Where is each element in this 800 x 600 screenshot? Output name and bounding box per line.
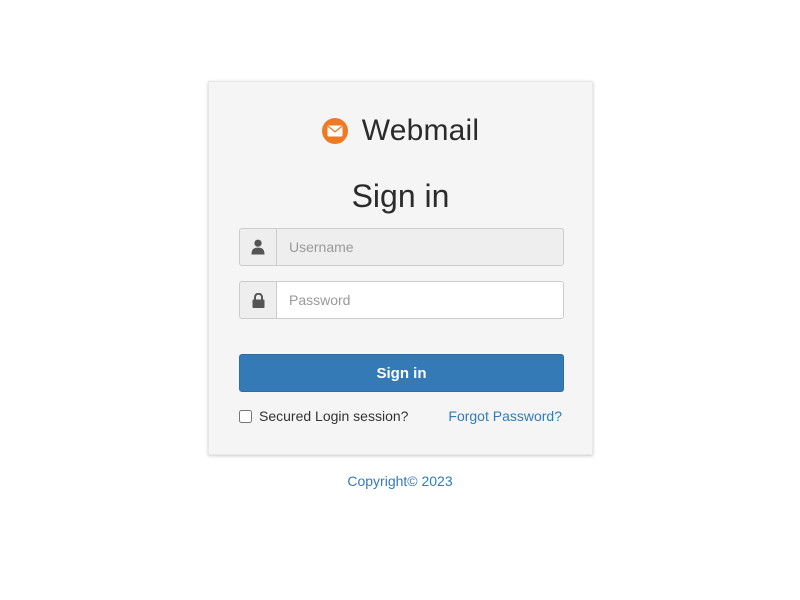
page-title: Sign in bbox=[351, 178, 450, 214]
envelope-icon bbox=[321, 118, 348, 144]
forgot-password-link[interactable]: Forgot Password? bbox=[448, 408, 562, 424]
copyright: Copyright© 2023 bbox=[347, 473, 453, 489]
secure-session-label: Secured Login session? bbox=[259, 408, 409, 424]
username-input[interactable] bbox=[276, 228, 564, 266]
secure-session-option[interactable]: Secured Login session? bbox=[239, 408, 408, 424]
password-input[interactable] bbox=[276, 281, 564, 319]
lock-icon bbox=[239, 281, 276, 319]
username-group bbox=[239, 228, 564, 266]
login-card: Webmail Sign in Sign in Secured Login se… bbox=[208, 81, 593, 455]
secure-session-checkbox[interactable] bbox=[239, 409, 252, 423]
user-icon bbox=[239, 228, 276, 266]
brand-name: Webmail bbox=[361, 114, 480, 147]
brand: Webmail bbox=[209, 112, 592, 150]
password-group bbox=[239, 281, 564, 319]
sign-in-button[interactable]: Sign in bbox=[239, 354, 564, 392]
